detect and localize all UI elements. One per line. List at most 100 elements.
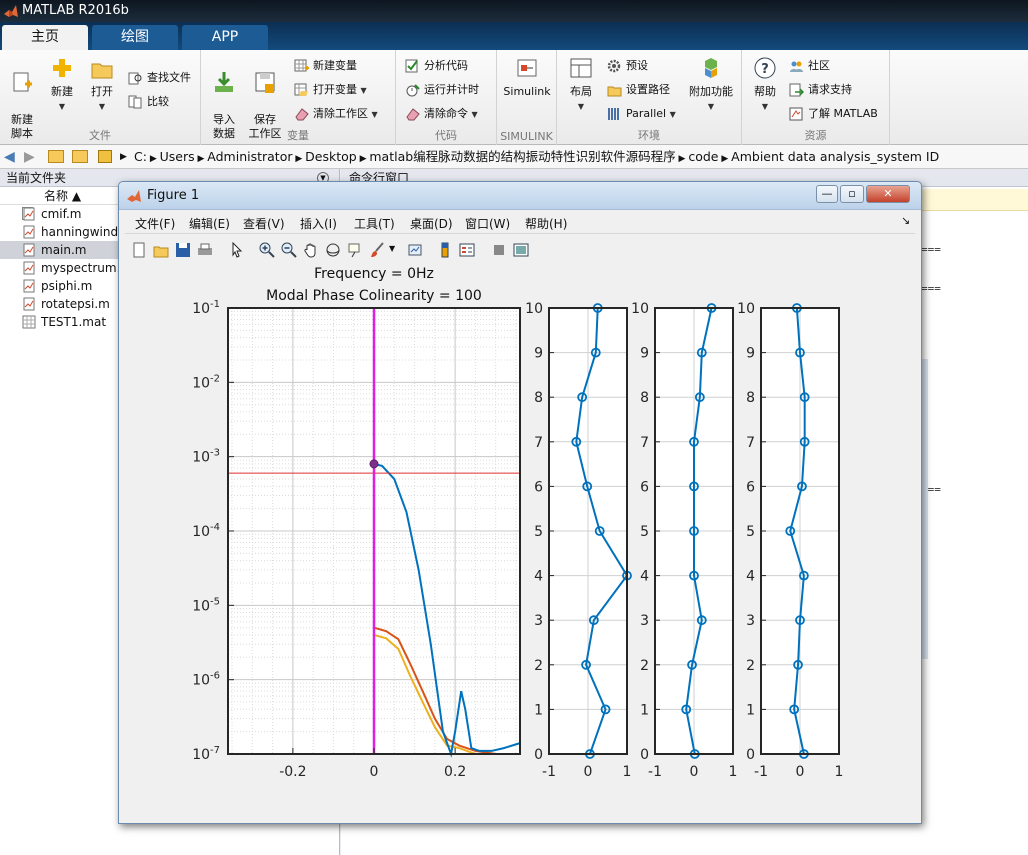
close-button[interactable]: ✕ [866, 185, 910, 203]
colorbar-icon[interactable] [437, 242, 453, 258]
open-file-icon[interactable] [153, 242, 169, 258]
y-tick-label: 10-5 [192, 596, 220, 614]
new-button[interactable]: 新建 ▼ [41, 56, 83, 114]
file-name: psiphi.m [41, 279, 93, 293]
figure-title: Figure 1 [147, 188, 200, 203]
save-icon[interactable] [175, 242, 191, 258]
new-figure-icon[interactable] [131, 242, 147, 258]
find-files-button[interactable]: 查找文件 [128, 68, 191, 88]
figure-menu-item[interactable]: 查看(V) [243, 215, 285, 232]
browse-folder-icon[interactable] [72, 150, 88, 163]
community-button[interactable]: 社区 [789, 56, 830, 76]
open-variable-button[interactable]: 打开变量 ▼ [294, 80, 367, 100]
mode-y-tick-label: 2 [746, 658, 755, 674]
breadcrumb-segment[interactable]: Users [160, 149, 195, 164]
figure-menu-item[interactable]: 窗口(W) [465, 215, 510, 232]
learn-matlab-button[interactable]: 了解 MATLAB [789, 104, 878, 124]
zoom-in-icon[interactable] [259, 242, 275, 258]
rotate-3d-icon[interactable] [325, 242, 341, 258]
mode-y-tick-label: 6 [746, 479, 755, 495]
grid-plus-icon [294, 59, 309, 72]
y-tick-label: 10-7 [192, 745, 220, 763]
m-file-icon [23, 279, 35, 293]
back-arrow-icon[interactable]: ◀ [4, 145, 15, 169]
data-cursor-icon[interactable] [347, 242, 363, 258]
pointer-icon[interactable] [229, 242, 245, 258]
figure-menu-item[interactable]: 帮助(H) [525, 215, 567, 232]
help-button[interactable]: ? 帮助 ▼ [744, 56, 786, 114]
mode-y-tick-label: 4 [746, 569, 755, 585]
breadcrumb-segment[interactable]: code [688, 149, 718, 164]
figure-menu-item[interactable]: 编辑(E) [189, 215, 230, 232]
group-resources-title: 资源 [804, 129, 827, 142]
preferences-button[interactable]: 预设 [607, 56, 648, 76]
addons-button[interactable]: 附加功能 ▼ [685, 56, 737, 114]
clear-workspace-button[interactable]: 清除工作区 ▼ [294, 104, 378, 124]
forward-arrow-icon[interactable]: ▶ [24, 145, 35, 169]
hide-plot-tools-icon[interactable] [491, 242, 507, 258]
figure-window[interactable]: Figure 1 — ▫ ✕ 文件(F) 编辑(E) 查看(V) 插入(I) 工具(T)… [118, 181, 922, 824]
figure-titlebar[interactable]: Figure 1 — ▫ ✕ [119, 182, 921, 210]
figure-menu-item[interactable]: 插入(I) [300, 215, 337, 232]
request-support-button[interactable]: 请求支持 [789, 80, 852, 100]
tab-apps[interactable]: APP [182, 25, 268, 50]
run-and-time-button[interactable]: 运行并计时 [405, 80, 479, 100]
up-folder-icon[interactable] [48, 150, 64, 163]
mode-x-tick-label: -1 [648, 764, 662, 780]
legend-icon[interactable] [459, 242, 475, 258]
m-file-icon [23, 297, 35, 311]
breadcrumb-separator[interactable]: ▶ [293, 154, 306, 164]
mode-y-tick-label: 5 [640, 524, 649, 540]
set-path-button[interactable]: 设置路径 [607, 80, 670, 100]
zoom-out-icon[interactable] [281, 242, 297, 258]
breadcrumb-segment[interactable]: Desktop [305, 149, 357, 164]
m-file-icon [23, 225, 35, 239]
y-tick-label: 10-3 [192, 448, 220, 466]
figure-menu-item[interactable]: 工具(T) [354, 215, 395, 232]
mode-y-tick-label: 5 [534, 524, 543, 540]
breadcrumb-separator[interactable]: ▶ [195, 154, 208, 164]
tab-home[interactable]: 主页 [2, 25, 88, 50]
pan-icon[interactable] [303, 242, 319, 258]
root-folder-icon[interactable] [98, 150, 112, 163]
simulink-button[interactable]: Simulink [503, 56, 551, 99]
layout-icon [570, 58, 592, 78]
file-name: cmif.m [41, 207, 82, 221]
compare-button[interactable]: 比较 [128, 92, 169, 112]
compare-icon [128, 95, 142, 109]
new-variable-button[interactable]: 新建变量 [294, 56, 357, 76]
figure-menu-item[interactable]: 桌面(D) [410, 215, 453, 232]
y-tick-label: 10-6 [192, 671, 220, 689]
mode-y-tick-label: 3 [746, 613, 755, 629]
breadcrumb-segment[interactable]: Administrator [207, 149, 292, 164]
print-icon[interactable] [197, 242, 213, 258]
breadcrumb-segment[interactable]: Ambient data analysis_system ID [731, 149, 939, 164]
breadcrumb-segment[interactable]: matlab编程脉动数据的结构振动特性识别软件源码程序 [369, 149, 675, 164]
clear-commands-button[interactable]: 清除命令 ▼ [405, 104, 478, 124]
breadcrumb-separator[interactable]: ▶ [676, 154, 689, 164]
mode-y-tick-label: 8 [746, 390, 755, 406]
breadcrumb: C: ▶ Users ▶ Administrator ▶ Desktop ▶ m… [134, 145, 939, 171]
show-plot-tools-icon[interactable] [513, 242, 529, 258]
mode-y-tick-label: 0 [746, 747, 755, 763]
mode-x-tick-label: -1 [542, 764, 556, 780]
layout-button[interactable]: 布局 ▼ [560, 56, 602, 114]
link-plot-icon[interactable] [407, 242, 423, 258]
mode-y-tick-label: 3 [534, 613, 543, 629]
breadcrumb-separator[interactable]: ▶ [147, 154, 160, 164]
breadcrumb-separator[interactable]: ▶ [357, 154, 370, 164]
figure-menu-item[interactable]: 文件(F) [135, 215, 175, 232]
tab-plots[interactable]: 绘图 [92, 25, 178, 50]
brush-icon[interactable] [369, 242, 385, 258]
parallel-button[interactable]: Parallel ▼ [607, 104, 676, 124]
minimize-button[interactable]: — [816, 185, 838, 203]
dock-arrow-icon[interactable]: ↘ [901, 214, 910, 227]
open-button[interactable]: 打开 ▼ [81, 56, 123, 114]
peak-marker [369, 459, 379, 469]
mode-y-tick-label: 4 [534, 569, 543, 585]
maximize-button[interactable]: ▫ [840, 185, 864, 203]
brush-dropdown-icon[interactable]: ▼ [389, 244, 395, 253]
breadcrumb-segment[interactable]: C: [134, 149, 147, 164]
analyze-code-button[interactable]: 分析代码 [405, 56, 468, 76]
breadcrumb-separator[interactable]: ▶ [719, 154, 732, 164]
